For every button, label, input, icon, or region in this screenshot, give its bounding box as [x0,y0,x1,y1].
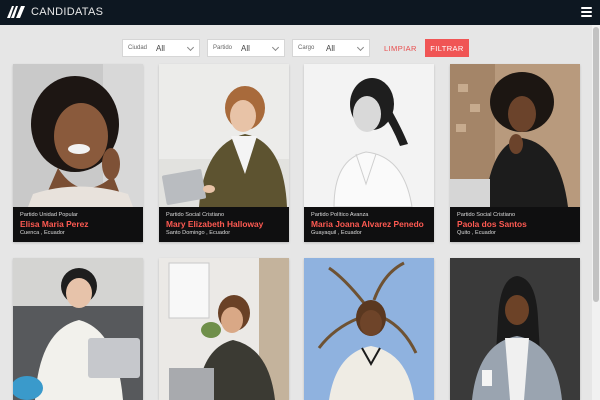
candidate-photo [304,64,434,207]
candidate-info: Partido Social Cristiano Mary Elizabeth … [159,207,289,242]
candidate-party: Partido Unidad Popular [20,212,78,218]
chevron-down-icon [356,43,365,52]
candidate-card[interactable]: Partido Político Avanza Maria Joana Alva… [304,64,434,242]
candidate-location: Santo Domingo , Ecuador [166,230,231,236]
candidate-info: Partido Político Avanza Maria Joana Alva… [304,207,434,242]
candidate-info: Partido Unidad Popular Elisa Maria Perez… [13,207,143,242]
candidate-photo [304,258,434,400]
filter-bar: Ciudad All Partido All Cargo All LIMPIAR… [0,39,600,57]
candidate-name: Elisa Maria Perez [20,219,89,229]
scrollbar-thumb[interactable] [593,27,599,302]
candidate-card[interactable] [159,258,289,400]
candidate-card[interactable] [450,258,580,400]
candidate-photo [13,258,143,400]
candidate-party: Partido Social Cristiano [457,212,516,218]
candidate-name: Paola dos Santos [457,219,527,229]
chevron-down-icon [186,43,195,52]
candidate-photo [450,64,580,207]
candidate-name: Mary Elizabeth Halloway [166,219,264,229]
candidate-card[interactable] [13,258,143,400]
chevron-down-icon [271,43,280,52]
candidate-card[interactable]: Partido Social Cristiano Paola dos Santo… [450,64,580,242]
candidate-photo [159,64,289,207]
candidate-photo [450,258,580,400]
partido-value: All [241,44,250,53]
candidate-party: Partido Social Cristiano [166,212,225,218]
clear-button[interactable]: LIMPIAR [384,40,417,56]
cargo-value: All [326,44,335,53]
ciudad-label: Ciudad [128,45,148,51]
candidate-photo [159,258,289,400]
candidate-photo [13,64,143,207]
filter-button[interactable]: FILTRAR [425,39,469,57]
candidate-card[interactable]: Partido Social Cristiano Mary Elizabeth … [159,64,289,242]
candidate-location: Cuenca , Ecuador [20,230,65,236]
hamburger-menu-icon[interactable] [581,7,592,17]
top-bar: CANDIDATAS [0,0,600,25]
partido-label: Partido [213,45,233,51]
candidate-card[interactable] [304,258,434,400]
candidate-info: Partido Social Cristiano Paola dos Santo… [450,207,580,242]
partido-select[interactable]: Partido All [207,39,285,57]
app-title: CANDIDATAS [31,6,104,18]
candidate-location: Guayaquil , Ecuador [311,230,362,236]
logo-icon[interactable] [7,5,25,19]
cargo-select[interactable]: Cargo All [292,39,370,57]
candidate-name: Maria Joana Alvarez Penedo [311,219,424,229]
candidate-location: Quito , Ecuador [457,230,496,236]
candidate-card[interactable]: Partido Unidad Popular Elisa Maria Perez… [13,64,143,242]
candidate-party: Partido Político Avanza [311,212,369,218]
ciudad-select[interactable]: Ciudad All [122,39,200,57]
ciudad-value: All [156,44,165,53]
cargo-label: Cargo [298,45,315,51]
